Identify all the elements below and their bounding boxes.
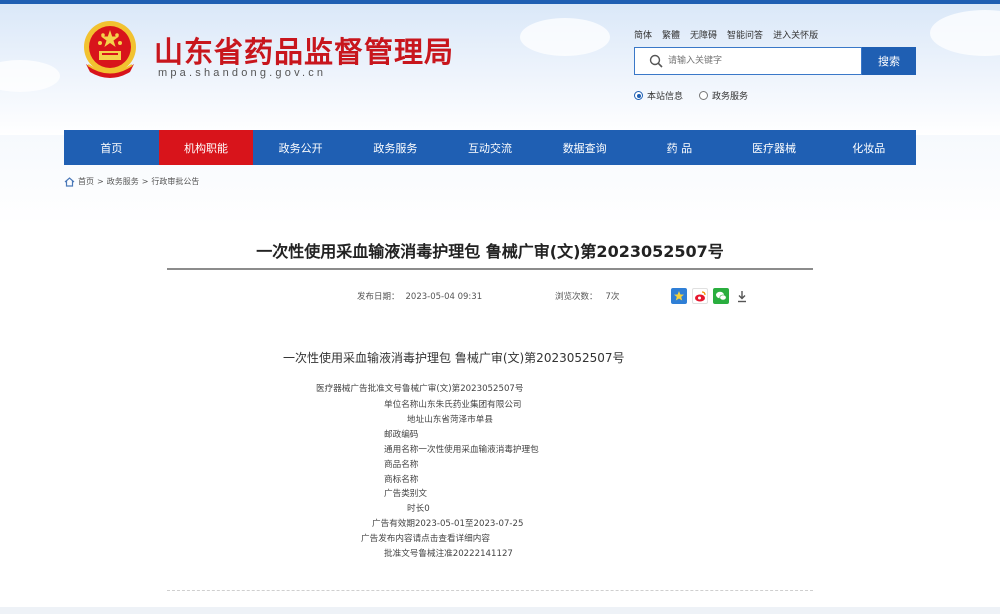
breadcrumb: 首页 > 政务服务 > 行政审批公告 — [64, 176, 199, 187]
national-emblem-logo[interactable] — [80, 20, 140, 82]
nav-drugs[interactable]: 药 品 — [632, 130, 727, 165]
view-count: 浏览次数： 7次 — [555, 290, 619, 302]
breadcrumb-home[interactable]: 首页 — [78, 176, 94, 187]
body-line-brand-name: 商标名称 — [384, 475, 419, 485]
breadcrumb-separator: > — [141, 177, 149, 186]
radio-selected-icon — [634, 91, 643, 100]
link-accessibility[interactable]: 无障碍 — [690, 28, 717, 41]
nav-medical-devices[interactable]: 医疗器械 — [727, 130, 822, 165]
content-divider — [167, 590, 813, 591]
views-label: 浏览次数： — [555, 292, 598, 302]
body-line-duration: 时长0 — [407, 504, 430, 514]
breadcrumb-separator: > — [97, 177, 104, 186]
body-line-company: 单位名称山东朱氏药业集团有限公司 — [384, 400, 522, 410]
body-heading: 一次性使用采血输液消毒护理包 鲁械广审(文)第2023052507号 — [283, 351, 625, 365]
search-button[interactable]: 搜索 — [862, 47, 916, 75]
search-scope: 本站信息 政务服务 — [634, 89, 748, 102]
article-title: 一次性使用采血输液消毒护理包 鲁械广审(文)第2023052507号 — [256, 242, 724, 261]
search-icon — [649, 54, 663, 68]
site-domain: mpa.shandong.gov.cn — [158, 67, 327, 79]
weibo-share-icon[interactable] — [692, 288, 708, 304]
breadcrumb-announcements[interactable]: 行政审批公告 — [151, 176, 199, 187]
scope-site-label: 本站信息 — [647, 92, 684, 102]
scope-service-radio[interactable]: 政务服务 — [699, 89, 748, 102]
site-title[interactable]: 山东省药品监督管理局 — [154, 29, 454, 71]
body-line-validity: 广告有效期2023-05-01至2023-07-25 — [372, 519, 524, 529]
nav-cosmetics[interactable]: 化妆品 — [821, 130, 916, 165]
scope-service-label: 政务服务 — [712, 92, 749, 102]
body-line-product-name: 商品名称 — [384, 460, 419, 470]
link-care-mode[interactable]: 进入关怀版 — [773, 28, 818, 41]
body-line-generic-name: 通用名称一次性使用采血输液消毒护理包 — [384, 445, 539, 455]
body-line-approval-no: 医疗器械广告批准文号鲁械广审(文)第2023052507号 — [316, 384, 524, 394]
nav-home[interactable]: 首页 — [64, 130, 159, 165]
wechat-share-icon[interactable] — [713, 288, 729, 304]
nav-gov-services[interactable]: 政务服务 — [348, 130, 443, 165]
nav-data-query[interactable]: 数据查询 — [537, 130, 632, 165]
body-line-postcode: 邮政编码 — [384, 430, 419, 440]
search-input[interactable] — [668, 51, 858, 71]
link-smart-qa[interactable]: 智能问答 — [727, 28, 763, 41]
breadcrumb-services[interactable]: 政务服务 — [107, 176, 139, 187]
publish-label: 发布日期： — [357, 292, 400, 302]
cloud-decoration — [0, 60, 60, 92]
nav-interaction[interactable]: 互动交流 — [443, 130, 538, 165]
cloud-decoration — [520, 18, 610, 56]
scope-site-radio[interactable]: 本站信息 — [634, 89, 683, 102]
radio-unselected-icon — [699, 91, 709, 100]
title-divider — [167, 268, 813, 270]
top-accent-bar — [0, 0, 1000, 4]
nav-gov-affairs[interactable]: 政务公开 — [253, 130, 348, 165]
views-value: 7次 — [605, 292, 620, 302]
cloud-decoration — [930, 10, 1000, 56]
footer-strip — [0, 607, 1000, 614]
link-simplified[interactable]: 简体 — [634, 28, 652, 41]
publish-date: 发布日期： 2023-05-04 09:31 — [357, 290, 482, 302]
body-line-registration-no: 批准文号鲁械注准20222141127 — [384, 549, 513, 559]
body-line-content-link[interactable]: 广告发布内容请点击查看详细内容 — [361, 532, 490, 544]
main-nav: 首页 机构职能 政务公开 政务服务 互动交流 数据查询 药 品 医疗器械 化妆品 — [64, 130, 916, 165]
home-icon — [64, 176, 75, 187]
nav-organization[interactable]: 机构职能 — [158, 130, 254, 165]
body-line-address: 地址山东省菏泽市单县 — [407, 415, 493, 425]
link-traditional[interactable]: 繁體 — [662, 28, 680, 41]
publish-value: 2023-05-04 09:31 — [405, 292, 483, 302]
star-share-icon[interactable] — [671, 288, 687, 304]
download-icon[interactable] — [734, 288, 750, 304]
body-line-ad-category: 广告类别文 — [384, 489, 427, 499]
share-bar — [671, 288, 750, 304]
utility-links: 简体 繁體 无障碍 智能问答 进入关怀版 — [634, 28, 818, 41]
